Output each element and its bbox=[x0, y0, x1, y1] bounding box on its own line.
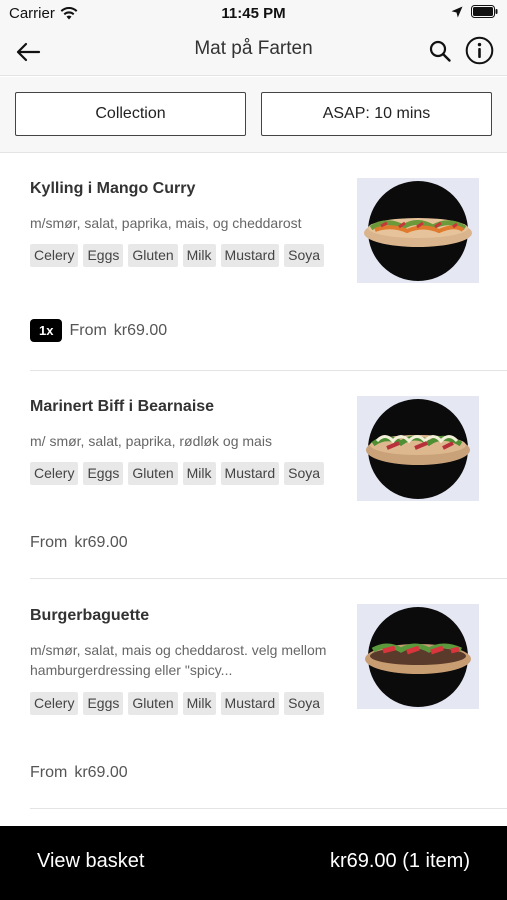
allergen-tag: Celery bbox=[30, 244, 79, 267]
from-label: From bbox=[30, 534, 68, 551]
sandwich-image bbox=[365, 607, 471, 707]
basket-total: kr69.00 (1 item) bbox=[329, 850, 470, 872]
sandwich-image bbox=[364, 181, 472, 281]
item-image bbox=[357, 604, 479, 709]
item-image bbox=[357, 396, 479, 501]
allergen-tag: Soya bbox=[284, 244, 325, 267]
sandwich-image bbox=[366, 399, 470, 499]
price-row: From kr69.00 bbox=[30, 534, 128, 552]
item-name: Marinert Biff i Bearnaise bbox=[30, 398, 215, 415]
collection-button[interactable]: Collection bbox=[15, 92, 246, 136]
item-image bbox=[357, 178, 479, 283]
status-right bbox=[451, 5, 498, 18]
allergen-tag: Milk bbox=[182, 462, 216, 485]
asap-time-button[interactable]: ASAP: 10 mins bbox=[261, 92, 492, 136]
search-button[interactable] bbox=[425, 36, 455, 66]
view-basket-bar[interactable]: View basket kr69.00 (1 item) bbox=[0, 826, 507, 900]
allergen-tag: Eggs bbox=[83, 462, 124, 485]
status-time: 11:45 PM bbox=[221, 5, 286, 22]
allergen-tag: Mustard bbox=[220, 244, 280, 267]
item-description: m/smør, salat, mais og cheddarost. velg … bbox=[30, 642, 327, 678]
search-icon bbox=[429, 40, 451, 62]
item-name: Kylling i Mango Curry bbox=[30, 180, 196, 197]
menu-list: Kylling i Mango Curry m/smør, salat, pap… bbox=[0, 153, 507, 809]
allergen-tag: Celery bbox=[30, 692, 79, 715]
from-label: From bbox=[30, 764, 68, 781]
allergen-tag: Gluten bbox=[128, 462, 178, 485]
allergen-tag: Eggs bbox=[83, 692, 124, 715]
item-price: kr69.00 bbox=[74, 764, 128, 781]
info-icon bbox=[465, 36, 493, 64]
allergen-tag: Soya bbox=[284, 692, 325, 715]
menu-item[interactable]: Kylling i Mango Curry m/smør, salat, pap… bbox=[30, 153, 507, 371]
price-row: 1x From kr69.00 bbox=[30, 319, 167, 342]
allergen-tag: Milk bbox=[182, 692, 216, 715]
status-bar: Carrier 11:45 PM bbox=[0, 0, 507, 28]
allergen-tag: Mustard bbox=[220, 692, 280, 715]
allergen-tag: Eggs bbox=[83, 244, 124, 267]
allergen-tag: Gluten bbox=[128, 692, 178, 715]
menu-item[interactable]: Marinert Biff i Bearnaise m/ smør, salat… bbox=[30, 371, 507, 579]
view-basket-label: View basket bbox=[37, 850, 145, 872]
allergen-tag: Gluten bbox=[128, 244, 178, 267]
from-label: From bbox=[69, 321, 107, 339]
allergen-tags: Celery Eggs Gluten Milk Mustard Soya bbox=[30, 462, 330, 485]
allergen-tag: Soya bbox=[284, 462, 325, 485]
item-name: Burgerbaguette bbox=[30, 607, 150, 624]
item-price: kr69.00 bbox=[113, 321, 168, 339]
allergen-tag: Mustard bbox=[220, 462, 280, 485]
info-button[interactable] bbox=[464, 35, 494, 65]
allergen-tags: Celery Eggs Gluten Milk Mustard Soya bbox=[30, 692, 330, 715]
allergen-tag: Milk bbox=[182, 244, 216, 267]
price-row: From kr69.00 bbox=[30, 764, 128, 782]
allergen-tags: Celery Eggs Gluten Milk Mustard Soya bbox=[30, 244, 330, 267]
item-description: m/ smør, salat, paprika, rødløk og mais bbox=[30, 433, 272, 449]
allergen-tag: Celery bbox=[30, 462, 79, 485]
battery-icon bbox=[471, 5, 498, 18]
nav-bar: Mat på Farten bbox=[0, 28, 507, 76]
quantity-badge: 1x bbox=[30, 319, 63, 342]
location-arrow-icon bbox=[451, 6, 463, 17]
item-description: m/smør, salat, paprika, mais, og cheddar… bbox=[30, 215, 302, 231]
order-options-bar: Collection ASAP: 10 mins bbox=[0, 77, 507, 153]
menu-item[interactable]: Burgerbaguette m/smør, salat, mais og ch… bbox=[30, 579, 507, 809]
item-price: kr69.00 bbox=[74, 534, 128, 551]
